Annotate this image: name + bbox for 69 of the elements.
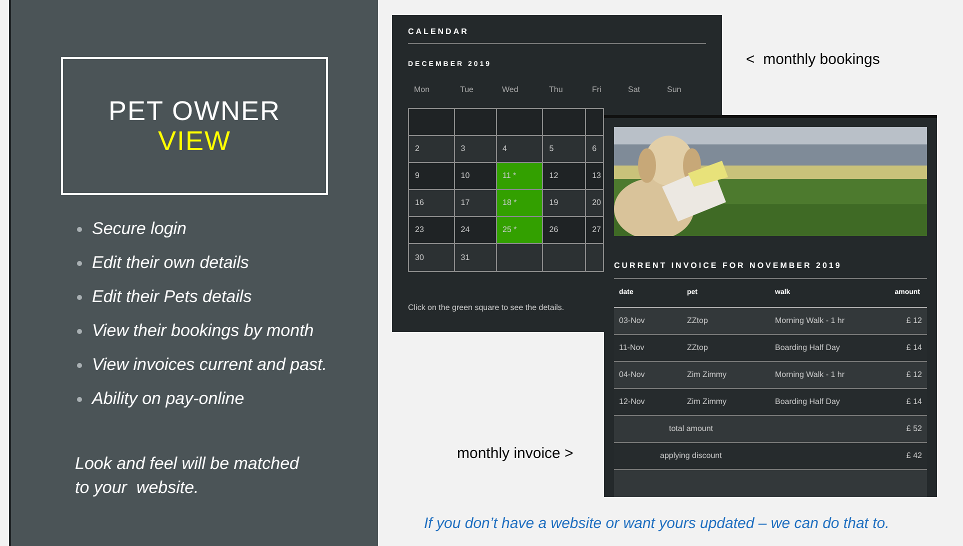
calendar-day[interactable]: 16 [409, 190, 455, 216]
feature-text: Secure login [92, 218, 187, 240]
total-amount: £ 42 [906, 450, 922, 462]
feature-text: Edit their own details [92, 252, 249, 274]
calendar-hint: Click on the green square to see the details. [408, 302, 566, 314]
calendar-day[interactable] [454, 109, 497, 135]
calendar-day[interactable]: 27 [586, 217, 604, 243]
table-cell-text: Zim Zimmy [687, 368, 728, 381]
calendar-title: CALENDAR [408, 26, 470, 38]
table-cell-text: £ 12 [905, 368, 922, 381]
table-cell-text: Boarding Half Day [775, 396, 841, 408]
feature-text: View their bookings by month [92, 320, 314, 342]
table-cell-text: £ 12 [905, 314, 922, 327]
weekday-label: Thu [548, 84, 564, 96]
table-cell-text: Morning Walk - 1 hr [775, 368, 846, 381]
calendar-day[interactable]: 24 [454, 217, 497, 243]
table-cell-text: Boarding Half Day [775, 342, 841, 354]
feature-text: View invoices current and past. [92, 354, 327, 376]
calendar-day[interactable]: 20 [586, 190, 604, 216]
total-label: total amount [669, 422, 714, 435]
weekday-label: Sun [666, 84, 682, 96]
table-cell-text: 04-Nov [619, 368, 646, 381]
calendar-day[interactable]: 3 [454, 136, 497, 162]
table-cell-text: ZZtop [687, 342, 709, 354]
feature-text: Ability on pay-online [92, 388, 244, 410]
calendar-day[interactable] [409, 109, 455, 135]
calendar-day[interactable] [586, 244, 604, 271]
weekday-label: Sat [627, 84, 642, 96]
table-cell-text: 03-Nov [619, 314, 646, 327]
calendar-day[interactable]: 2 [409, 136, 455, 162]
weekday-label: Tue [459, 84, 474, 96]
calendar-day[interactable]: 19 [543, 190, 586, 216]
table-cell-text: £ 14 [905, 396, 922, 408]
calendar-day[interactable]: 17 [454, 190, 497, 216]
table-cell-text: ZZtop [687, 314, 709, 327]
calendar-day[interactable]: 9 [409, 163, 455, 189]
note-text: Look and feel will be matched to your website. [75, 453, 300, 499]
slide-title: PET OWNER [108, 96, 280, 126]
calendar-day[interactable] [496, 244, 544, 271]
calendar-day[interactable]: 31 [454, 244, 497, 271]
calendar-day[interactable]: 4 [496, 136, 544, 162]
weekday-label: Fri [591, 84, 602, 96]
calendar-day[interactable] [586, 109, 604, 135]
calendar-day[interactable]: 13 [586, 163, 604, 189]
calendar-day[interactable] [496, 109, 544, 135]
weekday-label: Mon [413, 84, 431, 96]
total-label: applying discount [660, 450, 723, 462]
table-cell-text: £ 14 [905, 342, 922, 354]
calendar-day[interactable]: 12 [543, 163, 586, 189]
calendar-day[interactable]: 30 [409, 244, 455, 271]
weekday-label: Wed [501, 84, 520, 96]
table-cell-text: 12-Nov [619, 396, 646, 408]
calendar-day[interactable]: 26 [543, 217, 586, 243]
calendar-day[interactable]: 10 [454, 163, 497, 189]
calendar-day[interactable]: 5 [543, 136, 586, 162]
calendar-day[interactable] [543, 244, 586, 271]
table-cell-text: Zim Zimmy [687, 396, 728, 408]
footer-text: If you don’t have a website or want yours updated – we can do that to. [424, 514, 890, 534]
table-cell-text: Morning Walk - 1 hr [775, 314, 846, 327]
table-cell-text: 11-Nov [619, 342, 646, 354]
calendar-day[interactable] [543, 109, 586, 135]
feature-text: Edit their Pets details [92, 286, 252, 308]
calendar-day[interactable]: 23 [409, 217, 455, 243]
calendar-day[interactable]: 6 [586, 136, 604, 162]
slide-title-highlight: VIEW [158, 126, 231, 156]
bookings-caption: < monthly bookings [746, 50, 880, 70]
invoice-title: CURRENT INVOICE FOR NOVEMBER 2019 [614, 260, 843, 272]
invoice-caption: monthly invoice > [457, 444, 574, 464]
total-amount: £ 52 [906, 422, 922, 435]
